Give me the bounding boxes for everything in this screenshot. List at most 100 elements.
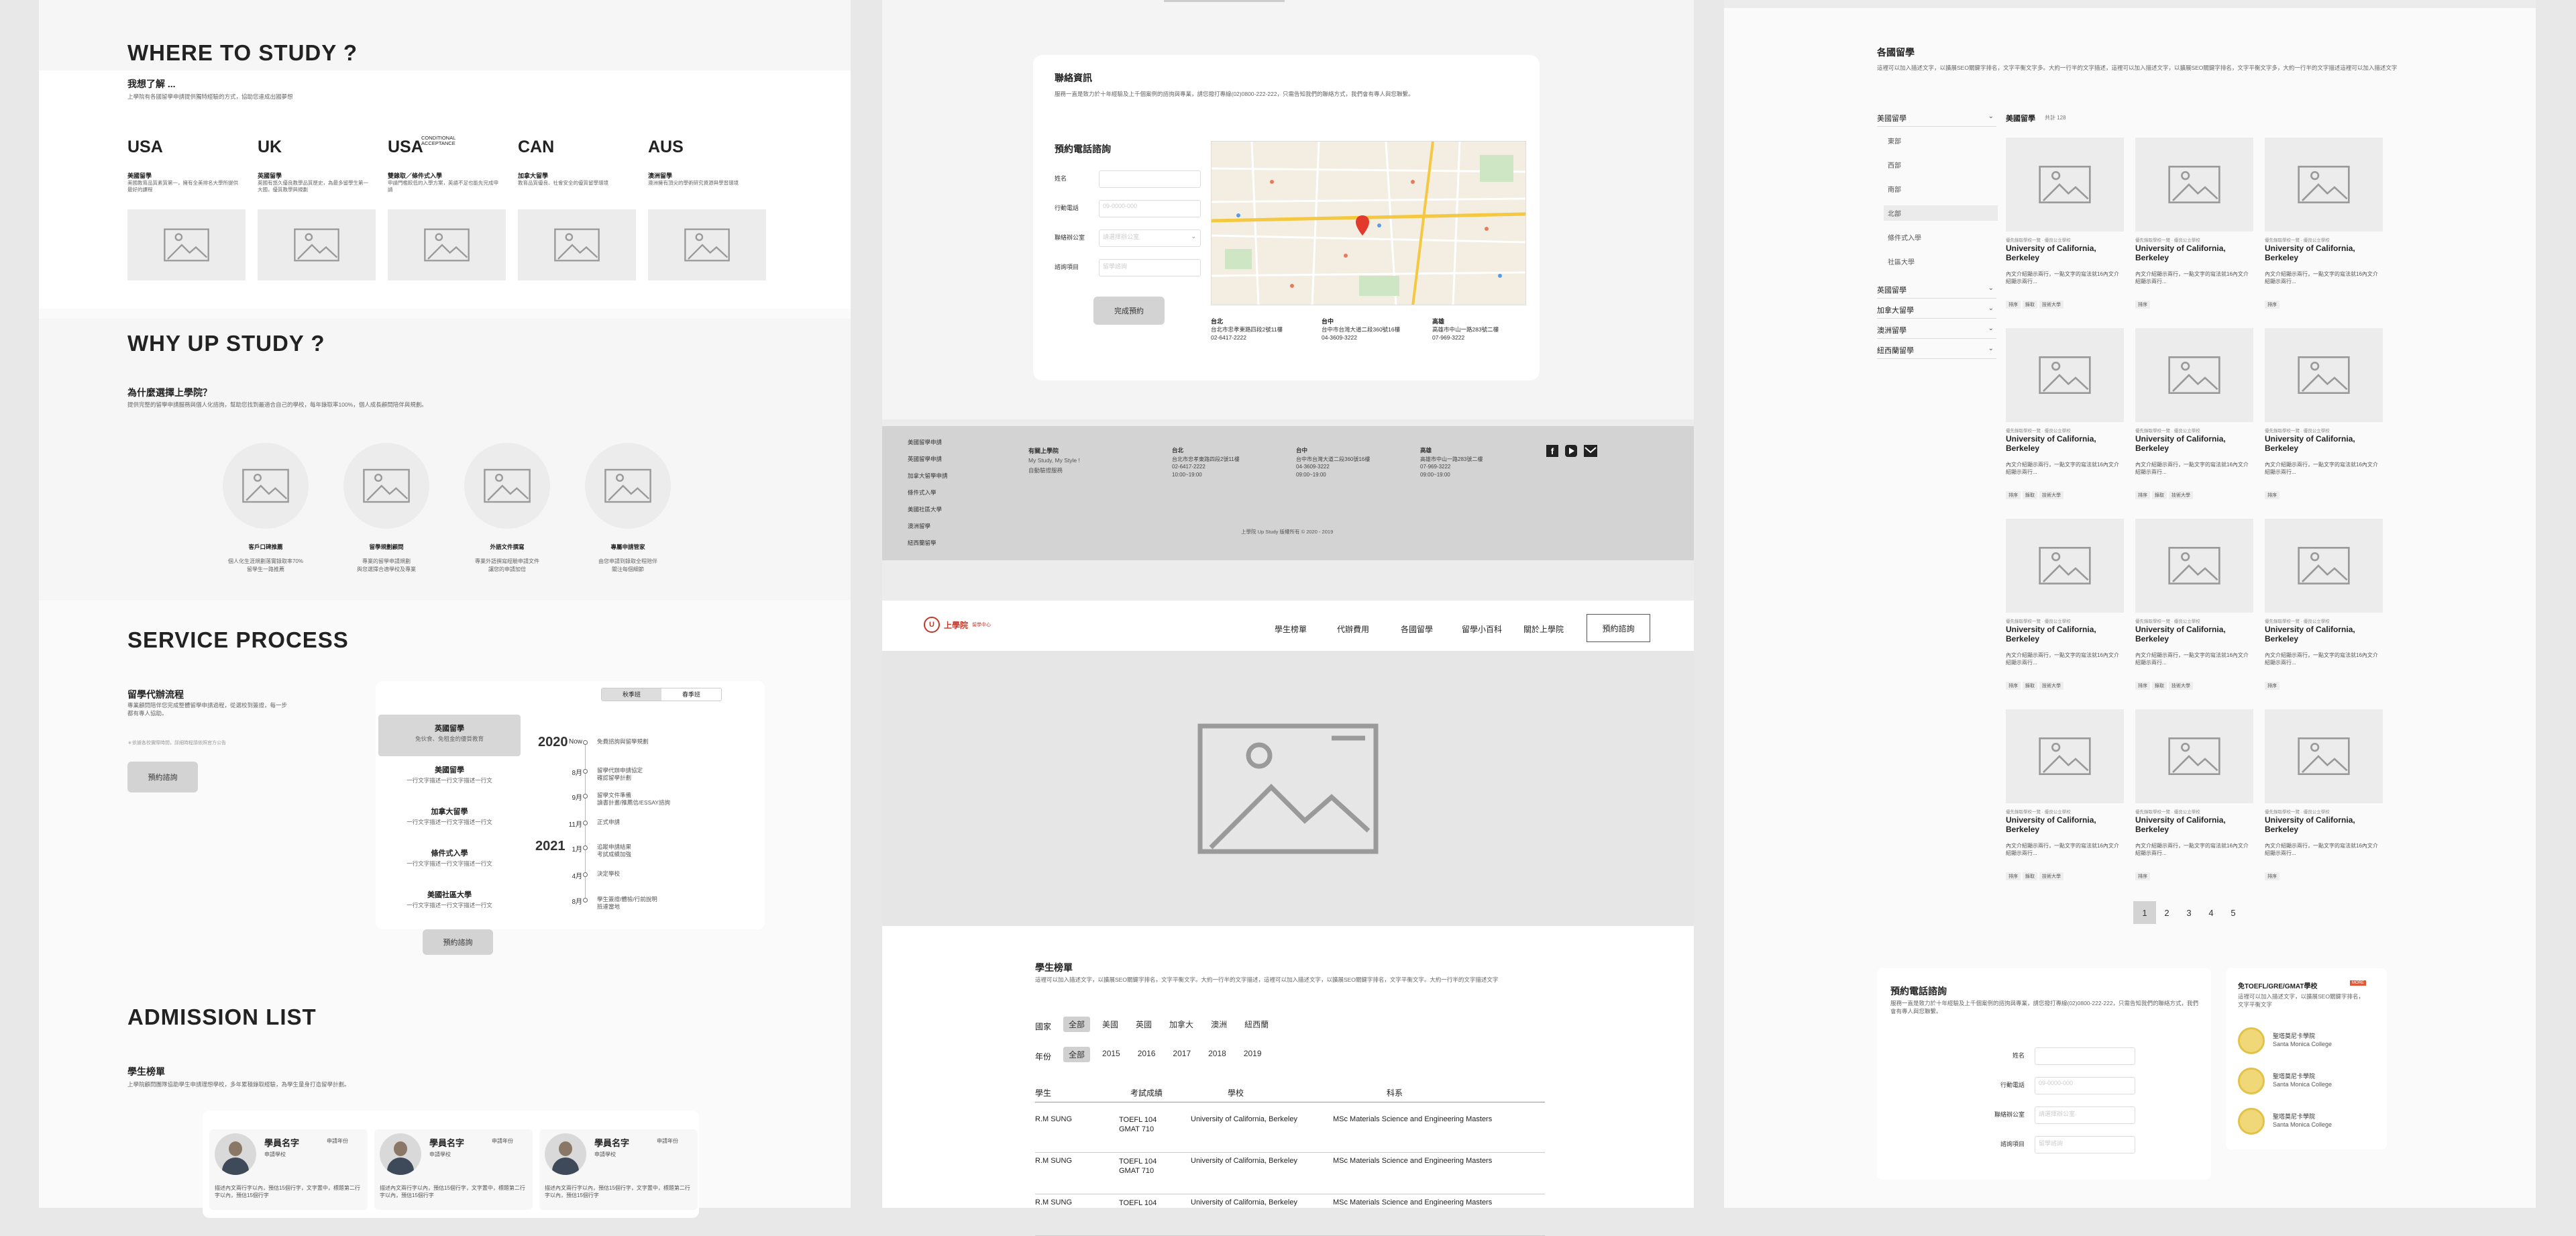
form-input[interactable]: 09-0000-000 — [1099, 200, 1201, 217]
footer-link[interactable]: 美國留學申請 — [908, 438, 942, 446]
footer-link[interactable]: 紐西蘭留學 — [908, 539, 936, 547]
filter-year[interactable]: 2016 — [1132, 1047, 1161, 1062]
filter-country[interactable]: 英國 — [1130, 1017, 1157, 1032]
school-badge-icon — [2238, 1068, 2265, 1094]
category-item[interactable]: 澳洲留學 ⌄ — [1877, 325, 1996, 339]
country-image[interactable] — [518, 209, 636, 280]
nav-item[interactable]: 各國留學 — [1401, 623, 1433, 635]
form-input[interactable]: 留學諮詢 — [1099, 259, 1201, 276]
school-card[interactable]: 優先錄取學校一覽 · 優良公立學校 University of Californi… — [2135, 709, 2253, 890]
submit-button[interactable]: 完成預約 — [1093, 297, 1165, 325]
category-sub-item[interactable]: 條件式入學 — [1884, 229, 1998, 245]
school-name-en: Santa Monica College — [2273, 1121, 2332, 1128]
footer-link[interactable]: 條件式入學 — [908, 488, 936, 497]
process-step[interactable]: 加拿大留學 一行文字描述一行文字描述一行文 — [378, 798, 521, 835]
school-card[interactable]: 優先錄取學校一覽 · 優良公立學校 University of Californi… — [2265, 709, 2383, 890]
school-card[interactable]: 優先錄取學校一覽 · 優良公立學校 University of Californi… — [2135, 519, 2253, 700]
footer-link[interactable]: 澳洲留學 — [908, 522, 930, 530]
page-button[interactable]: 1 — [2133, 901, 2156, 924]
school-image — [2135, 138, 2253, 231]
country-image[interactable] — [648, 209, 766, 280]
school-card[interactable]: 優先錄取學校一覽 · 優良公立學校 University of Californi… — [2006, 709, 2124, 890]
filter-year[interactable]: 2019 — [1238, 1047, 1267, 1062]
form-input[interactable]: 留學諮詢 — [2035, 1136, 2135, 1153]
category-item[interactable]: 紐西蘭留學 ⌄ — [1877, 345, 1996, 359]
timeline-dot — [583, 898, 588, 903]
school-card[interactable]: 優先錄取學校一覽 · 優良公立學校 University of Californi… — [2135, 328, 2253, 509]
table-row[interactable]: R.M SUNG TOEFL 104 GMAT 710 University of … — [1035, 1157, 1545, 1194]
tab-fall[interactable]: 秋季班 — [602, 688, 661, 701]
admission-card[interactable]: 學員名字 申請年份 申請學校 描述內文兩行字以內，預估15個行字，文字置中，標題第二行… — [209, 1129, 368, 1210]
admission-card[interactable]: 學員名字 申請年份 申請學校 描述內文兩行字以內，預估15個行字，文字置中，標題第二行… — [539, 1129, 698, 1210]
category-sub-item[interactable]: 南部 — [1884, 181, 1998, 197]
school-card[interactable]: 優先錄取學校一覽 · 優良公立學校 University of Californi… — [2265, 519, 2383, 700]
brand-logo[interactable]: U 上學院 留學中心 — [924, 617, 991, 633]
timeline-dot — [583, 769, 588, 774]
nav-item[interactable]: 留學小百科 — [1462, 623, 1502, 635]
filter-country[interactable]: 澳洲 — [1205, 1017, 1232, 1032]
school-card[interactable]: 優先錄取學校一覽 · 優良公立學校 University of Californi… — [2265, 328, 2383, 509]
category-sub-item[interactable]: 西部 — [1884, 157, 1998, 172]
admission-card[interactable]: 學員名字 申請年份 申請學校 描述內文兩行字以內，預估15個行字，文字置中，標題第二行… — [374, 1129, 533, 1210]
country-image[interactable] — [258, 209, 376, 280]
process-step[interactable]: 英國留學 免伙食、免租金的優質教育 — [378, 715, 521, 756]
filter-year[interactable]: 2018 — [1203, 1047, 1232, 1062]
process-step[interactable]: 條件式入學 一行文字描述一行文字描述一行文 — [378, 839, 521, 877]
filter-country[interactable]: 美國 — [1097, 1017, 1124, 1032]
page-button[interactable]: 3 — [2178, 901, 2200, 924]
student-name: 學員名字 — [264, 1138, 300, 1148]
table-row[interactable]: R.M SUNG TOEFL 104 GMAT 710 University of … — [1035, 1115, 1545, 1153]
booking-button[interactable]: 預約諮詢 — [423, 929, 493, 955]
table-row[interactable]: R.M SUNG TOEFL 104 University of Californi… — [1035, 1198, 1545, 1236]
booking-button[interactable]: 預約諮詢 — [127, 762, 198, 792]
country-image[interactable] — [127, 209, 246, 280]
page-button[interactable]: 4 — [2200, 901, 2222, 924]
image-placeholder-icon — [554, 228, 600, 262]
footer-link[interactable]: 英國留學申請 — [908, 455, 942, 463]
school-card[interactable]: 優先錄取學校一覽 · 優良公立學校 University of Californi… — [2265, 138, 2383, 319]
page-button[interactable]: 2 — [2155, 901, 2178, 924]
nav-cta-button[interactable]: 預約諮詢 — [1587, 614, 1650, 642]
form-input[interactable] — [1099, 170, 1201, 188]
form-input[interactable]: 請選擇辦公室 — [2035, 1106, 2135, 1124]
school-card[interactable]: 優先錄取學校一覽 · 優良公立學校 University of Californi… — [2135, 138, 2253, 319]
nav-item[interactable]: 學生榜單 — [1275, 623, 1307, 635]
youtube-icon[interactable] — [1565, 445, 1577, 457]
form-input[interactable]: 09-0000-000 — [2035, 1077, 2135, 1094]
form-input[interactable] — [2035, 1047, 2135, 1065]
process-step[interactable]: 美國留學 一行文字描述一行文字描述一行文 — [378, 756, 521, 794]
form-input[interactable]: 請選擇辦公室 ⌄ — [1099, 229, 1201, 247]
school-tags: 排序 錄取 技術大學 — [2135, 678, 2195, 690]
category-sub-item[interactable]: 社區大學 — [1884, 254, 1998, 269]
filter-year[interactable]: 全部 — [1063, 1047, 1091, 1062]
booking-card: 預約電話諮詢 服務一直是致力於十年經驗及上千個案例的諮詢與專業，請您撥打專線(0… — [1877, 968, 2211, 1180]
office-map[interactable] — [1211, 141, 1526, 305]
filter-country[interactable]: 加拿大 — [1164, 1017, 1199, 1032]
school-card[interactable]: 優先錄取學校一覽 · 優良公立學校 University of Californi… — [2006, 138, 2124, 319]
school-card[interactable]: 優先錄取學校一覽 · 優良公立學校 University of Californi… — [2006, 328, 2124, 509]
filter-year[interactable]: 2017 — [1167, 1047, 1196, 1062]
school-label: 優先錄取學校一覽 · 優良公立學校 — [2006, 619, 2071, 624]
category-item[interactable]: 美國留學 ⌄ — [1877, 113, 1996, 127]
nav-item[interactable]: 關於上學院 — [1523, 623, 1564, 635]
mail-icon[interactable] — [1584, 445, 1597, 457]
contact-list-column: 聯絡資訊 服務一直是致力於十年經驗及上千個案例的諮詢與專業，請您撥打專線(02)… — [882, 0, 1694, 1236]
facebook-icon[interactable]: f — [1546, 445, 1558, 457]
category-item[interactable]: 英國留學 ⌄ — [1877, 285, 1996, 299]
more-badge[interactable]: MORE — [2350, 980, 2366, 986]
filter-country[interactable]: 紐西蘭 — [1239, 1017, 1274, 1032]
footer-link[interactable]: 美國社區大學 — [908, 505, 942, 513]
filter-country[interactable]: 全部 — [1063, 1017, 1091, 1032]
school-cell: University of California, Berkeley — [1191, 1115, 1297, 1123]
country-image[interactable] — [388, 209, 506, 280]
footer-link[interactable]: 加拿大留學申請 — [908, 472, 948, 480]
category-sub-item[interactable]: 東部 — [1884, 133, 1998, 148]
nav-item[interactable]: 代辦費用 — [1337, 623, 1369, 635]
filter-year[interactable]: 2015 — [1097, 1047, 1126, 1062]
tab-spring[interactable]: 春季班 — [661, 688, 721, 701]
page-button[interactable]: 5 — [2222, 901, 2245, 924]
category-item[interactable]: 加拿大留學 ⌄ — [1877, 305, 1996, 319]
process-step[interactable]: 美國社區大學 一行文字描述一行文字描述一行文 — [378, 881, 521, 919]
school-card[interactable]: 優先錄取學校一覽 · 優良公立學校 University of Californi… — [2006, 519, 2124, 700]
category-sub-item[interactable]: 北部 — [1884, 205, 1998, 221]
